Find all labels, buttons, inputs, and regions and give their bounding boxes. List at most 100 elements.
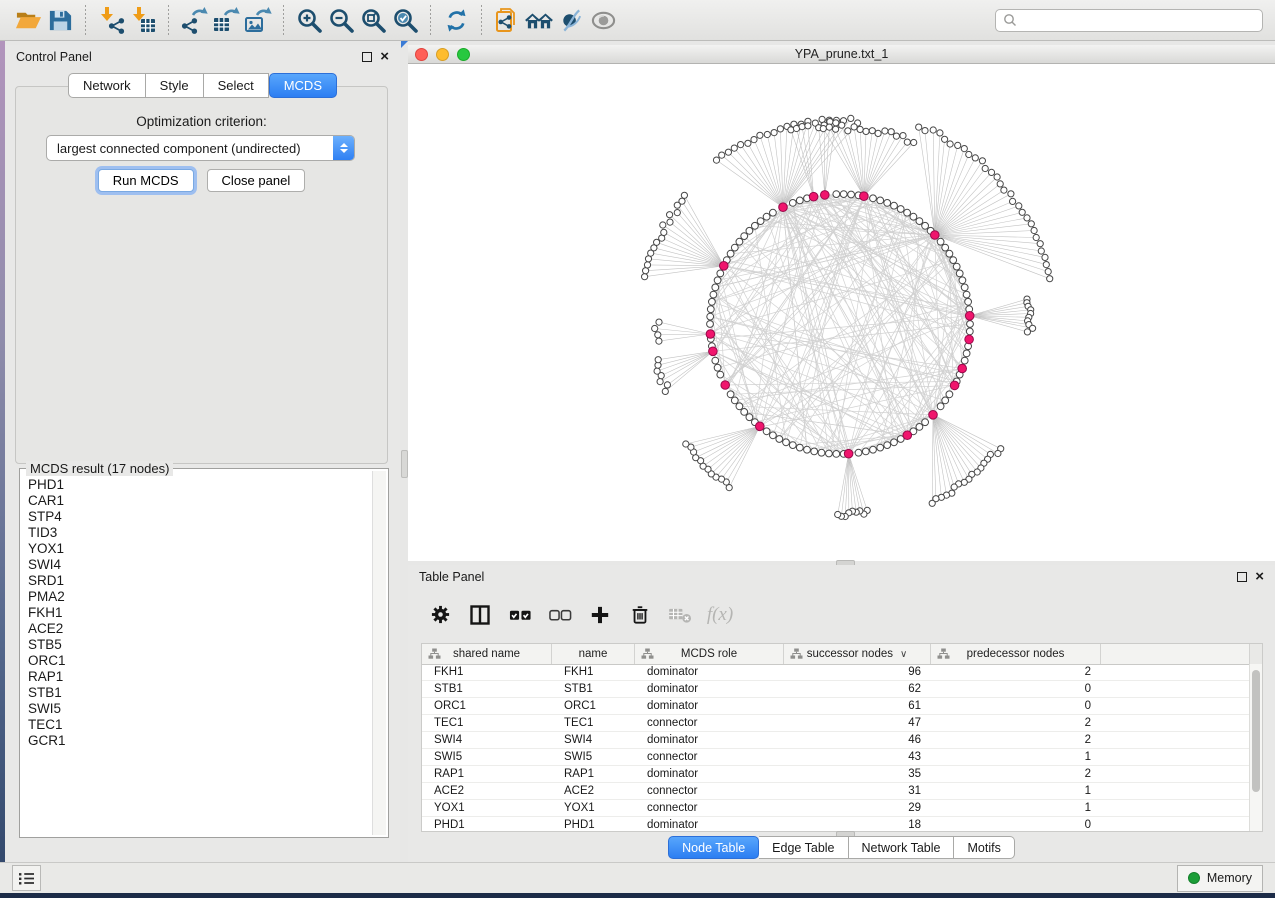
network-node[interactable] [893,133,899,139]
network-node[interactable] [757,132,763,138]
network-node[interactable] [770,432,777,439]
mcds-result-scrollbar[interactable] [372,471,386,835]
network-node[interactable] [799,124,805,130]
network-node[interactable] [959,277,966,284]
network-node[interactable] [707,306,714,313]
mcds-node[interactable] [950,381,959,390]
network-node[interactable] [916,218,923,225]
gear-icon[interactable] [427,602,453,628]
network-node[interactable] [848,191,855,198]
network-node[interactable] [855,449,862,456]
close-table-panel-icon[interactable] [1255,572,1264,582]
network-node[interactable] [707,313,714,320]
network-node[interactable] [877,197,884,204]
network-node[interactable] [804,446,811,453]
network-node[interactable] [956,270,963,277]
network-node[interactable] [655,357,661,363]
network-node[interactable] [995,450,1001,456]
mcds-result-item[interactable]: STB1 [22,685,372,701]
network-node[interactable] [763,428,770,435]
network-node[interactable] [661,229,667,235]
network-node[interactable] [763,213,770,220]
mcds-result-item[interactable]: GCR1 [22,733,372,749]
mcds-result-item[interactable]: SWI5 [22,701,372,717]
eye-slash-icon[interactable] [555,4,587,36]
network-node[interactable] [770,209,777,216]
network-node[interactable] [961,284,968,291]
network-node[interactable] [904,139,910,145]
network-node[interactable] [929,500,935,506]
network-node[interactable] [745,140,751,146]
network-node[interactable] [707,321,714,328]
network-node[interactable] [709,298,716,305]
mcds-result-item[interactable]: SWI4 [22,557,372,573]
network-node[interactable] [922,128,928,134]
network-node[interactable] [657,379,663,385]
network-node[interactable] [937,403,944,410]
search-box[interactable] [995,9,1263,32]
network-node[interactable] [1016,203,1022,209]
network-node[interactable] [714,277,721,284]
network-node[interactable] [667,212,673,218]
network-node[interactable] [796,444,803,451]
control-tab-select[interactable]: Select [204,73,269,98]
network-node[interactable] [955,142,961,148]
mcds-node[interactable] [720,262,729,271]
task-history-button[interactable] [12,865,41,891]
mcds-node[interactable] [756,422,765,431]
network-node[interactable] [712,284,719,291]
deselect-all-icon[interactable] [547,602,573,628]
network-node[interactable] [922,222,929,229]
tab-node-table[interactable]: Node Table [668,836,759,859]
network-node[interactable] [1031,227,1037,233]
mcds-result-item[interactable]: CAR1 [22,493,372,509]
network-node[interactable] [826,124,832,130]
mcds-node[interactable] [860,192,869,201]
network-node[interactable] [664,382,670,388]
network-node[interactable] [884,442,891,449]
network-node[interactable] [789,200,796,207]
vertical-splitter[interactable] [400,45,408,862]
floppy-icon[interactable] [44,4,76,36]
network-node[interactable] [738,142,744,148]
document-share-icon[interactable] [491,4,523,36]
network-node[interactable] [942,244,949,251]
network-node[interactable] [656,319,662,325]
zoom-selected-icon[interactable] [389,4,421,36]
network-node[interactable] [857,126,863,132]
network-node[interactable] [818,449,825,456]
network-node[interactable] [741,409,748,416]
network-node[interactable] [1024,329,1030,335]
folder-icon[interactable] [12,4,44,36]
network-node[interactable] [947,141,953,147]
table-row[interactable]: STB1STB1dominator620 [422,681,1250,698]
network-node[interactable] [727,250,734,257]
network-node[interactable] [764,131,770,137]
network-node[interactable] [835,511,841,517]
network-node[interactable] [869,128,875,134]
network-node[interactable] [681,192,687,198]
network-node[interactable] [946,250,953,257]
network-node[interactable] [937,130,943,136]
network-node[interactable] [833,120,839,126]
network-node[interactable] [897,206,904,213]
close-window-icon[interactable] [415,48,428,61]
network-node[interactable] [1024,215,1030,221]
columns-icon[interactable] [467,602,493,628]
tab-motifs[interactable]: Motifs [954,836,1014,859]
network-node[interactable] [875,130,881,136]
houses-icon[interactable] [523,4,555,36]
network-node[interactable] [713,157,719,163]
network-node[interactable] [789,442,796,449]
zoom-fit-icon[interactable] [357,4,389,36]
table-scrollbar-thumb[interactable] [1252,670,1260,792]
network-node[interactable] [777,126,783,132]
network-node[interactable] [942,136,948,142]
network-node[interactable] [904,209,911,216]
network-node[interactable] [862,448,869,455]
network-node[interactable] [988,169,994,175]
search-input[interactable] [1017,12,1255,28]
plus-icon[interactable] [587,602,613,628]
network-node[interactable] [972,155,978,161]
network-node[interactable] [1001,187,1007,193]
